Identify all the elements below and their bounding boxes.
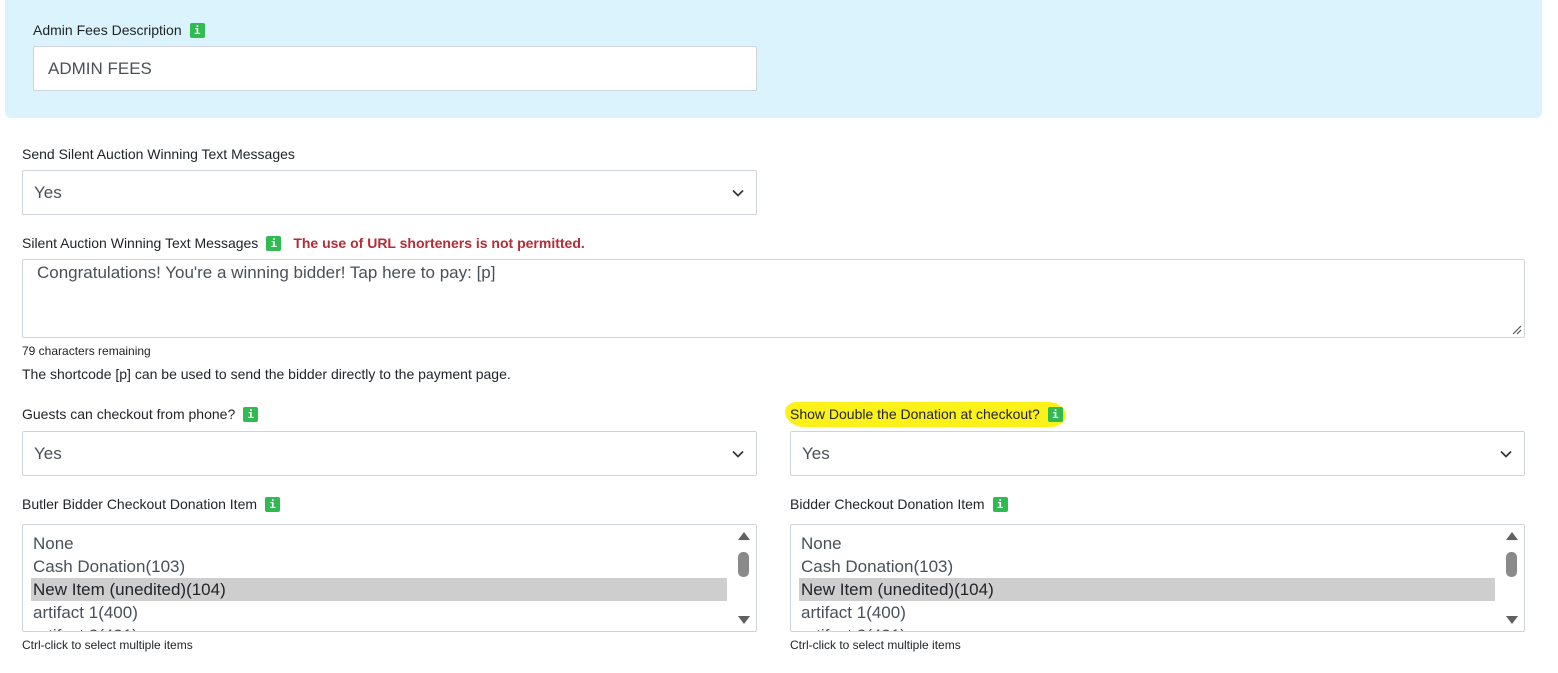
- send-sa-texts-value: Yes: [34, 182, 62, 202]
- bidder-donation-label-row: Bidder Checkout Donation Item i: [790, 495, 1008, 513]
- double-donation-label-row: Show Double the Donation at checkout? i: [790, 405, 1063, 423]
- shortcode-note: The shortcode [p] can be used to send th…: [22, 366, 511, 382]
- list-option[interactable]: artifact 2(401): [31, 624, 727, 631]
- chevron-down-icon: [1500, 450, 1512, 458]
- list-option-selected[interactable]: New Item (unedited)(104): [799, 578, 1495, 601]
- admin-fees-value: ADMIN FEES: [48, 58, 152, 78]
- list-option[interactable]: None: [799, 532, 1495, 555]
- chars-remaining: 79 characters remaining: [22, 344, 151, 358]
- list-option[interactable]: artifact 2(401): [799, 624, 1495, 631]
- butler-donation-hint: Ctrl-click to select multiple items: [22, 638, 193, 652]
- butler-donation-label-row: Butler Bidder Checkout Donation Item i: [22, 495, 281, 513]
- bidder-donation-hint: Ctrl-click to select multiple items: [790, 638, 961, 652]
- listbox-scrollbar[interactable]: [1500, 525, 1524, 631]
- info-icon[interactable]: i: [266, 235, 282, 251]
- send-sa-texts-label: Send Silent Auction Winning Text Message…: [22, 146, 295, 162]
- info-icon[interactable]: i: [189, 22, 205, 38]
- butler-donation-label: Butler Bidder Checkout Donation Item: [22, 496, 258, 512]
- admin-fees-label: Admin Fees Description: [33, 22, 182, 38]
- list-option[interactable]: Cash Donation(103): [799, 555, 1495, 578]
- list-option[interactable]: artifact 1(400): [31, 601, 727, 624]
- sa-text-messages-textarea[interactable]: Congratulations! You're a winning bidder…: [22, 259, 1525, 338]
- list-option-selected[interactable]: New Item (unedited)(104): [31, 578, 727, 601]
- admin-fees-input[interactable]: ADMIN FEES: [33, 46, 757, 91]
- guest-checkout-select[interactable]: Yes: [22, 431, 757, 476]
- scroll-up-arrow-icon[interactable]: [738, 532, 750, 540]
- info-icon[interactable]: i: [992, 496, 1008, 512]
- chevron-down-icon: [732, 450, 744, 458]
- bidder-donation-label: Bidder Checkout Donation Item: [790, 496, 985, 512]
- scrollbar-thumb[interactable]: [738, 552, 749, 577]
- butler-donation-listbox[interactable]: None Cash Donation(103) New Item (unedit…: [22, 524, 757, 632]
- scroll-up-arrow-icon[interactable]: [1506, 532, 1518, 540]
- double-donation-label: Show Double the Donation at checkout?: [790, 406, 1040, 422]
- url-shortener-warning: The use of URL shorteners is not permitt…: [293, 235, 585, 251]
- scroll-down-arrow-icon[interactable]: [1506, 616, 1518, 624]
- bidder-donation-listbox[interactable]: None Cash Donation(103) New Item (unedit…: [790, 524, 1525, 632]
- double-donation-select[interactable]: Yes: [790, 431, 1525, 476]
- chevron-down-icon: [732, 189, 744, 197]
- list-option[interactable]: artifact 1(400): [799, 601, 1495, 624]
- info-icon[interactable]: i: [1047, 406, 1063, 422]
- info-icon[interactable]: i: [243, 406, 259, 422]
- double-donation-value: Yes: [802, 443, 830, 463]
- sa-text-messages-label-row: Silent Auction Winning Text Messages i The…: [22, 234, 585, 252]
- sa-text-messages-label: Silent Auction Winning Text Messages: [22, 235, 259, 251]
- scroll-down-arrow-icon[interactable]: [738, 616, 750, 624]
- sa-text-messages-value: Congratulations! You're a winning bidder…: [37, 263, 496, 282]
- send-sa-texts-select[interactable]: Yes: [22, 170, 757, 215]
- guest-checkout-label-row: Guests can checkout from phone? i: [22, 405, 259, 423]
- guest-checkout-value: Yes: [34, 443, 62, 463]
- scrollbar-thumb[interactable]: [1506, 552, 1517, 577]
- guest-checkout-label: Guests can checkout from phone?: [22, 406, 236, 422]
- admin-fees-label-row: Admin Fees Description i: [33, 21, 205, 39]
- resize-grip-icon[interactable]: [1512, 325, 1522, 335]
- info-icon[interactable]: i: [265, 496, 281, 512]
- listbox-scrollbar[interactable]: [732, 525, 756, 631]
- list-option[interactable]: Cash Donation(103): [31, 555, 727, 578]
- list-option[interactable]: None: [31, 532, 727, 555]
